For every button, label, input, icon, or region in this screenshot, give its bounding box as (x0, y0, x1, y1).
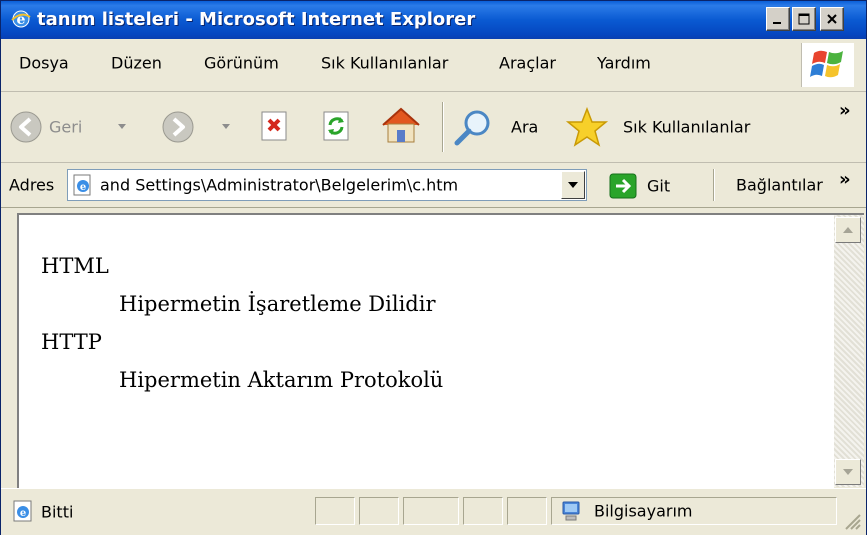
status-pane (359, 497, 399, 525)
favorites-star-icon (565, 107, 609, 147)
windows-flag-icon (810, 50, 843, 78)
chevron-down-icon (568, 182, 578, 188)
forward-dropdown-icon (222, 124, 230, 129)
address-label: Adres (9, 175, 55, 195)
back-arrow-icon (10, 111, 42, 143)
links-overflow-chevron[interactable]: » (839, 169, 851, 190)
title-bar[interactable]: e tanım listeleri - Microsoft Internet E… (1, 1, 866, 39)
my-computer-icon (562, 501, 580, 521)
page-content: HTML Hipermetin İşaretleme Dilidir HTTP … (17, 213, 834, 489)
close-icon (827, 14, 837, 24)
menu-favorites[interactable]: Sık Kullanılanlar (321, 54, 448, 73)
go-button[interactable]: Git (609, 171, 689, 201)
status-pane (507, 497, 547, 525)
definition-description: Hipermetin İşaretleme Dilidir (119, 292, 436, 316)
search-icon (454, 110, 490, 146)
close-button[interactable] (820, 7, 844, 31)
scroll-down-button[interactable] (835, 459, 861, 485)
scroll-down-icon (843, 469, 853, 475)
back-button[interactable]: Geri (9, 106, 149, 148)
address-dropdown-button[interactable] (561, 171, 585, 199)
scroll-up-icon (843, 227, 853, 233)
minimize-button[interactable] (766, 7, 790, 31)
go-label: Git (647, 176, 671, 196)
status-pane (403, 497, 459, 525)
ie-logo-icon: e (11, 10, 31, 28)
back-dropdown-icon (118, 124, 126, 129)
address-input[interactable]: e and Settings\Administrator\Belgelerim\… (67, 169, 587, 201)
menu-edit[interactable]: Düzen (111, 54, 162, 73)
maximize-button[interactable] (792, 7, 816, 31)
toolbar-separator (442, 102, 444, 152)
window-title: tanım listeleri - Microsoft Internet Exp… (37, 9, 476, 30)
toolbar-overflow-chevron[interactable]: » (839, 100, 851, 121)
menu-bar: Dosya Düzen Görünüm Sık Kullanılanlar Ar… (1, 39, 866, 92)
search-button[interactable]: Ara (453, 106, 553, 148)
menu-tools[interactable]: Araçlar (499, 54, 556, 73)
links-label[interactable]: Bağlantılar (736, 176, 823, 195)
vertical-scrollbar[interactable] (834, 213, 864, 487)
menu-help[interactable]: Yardım (597, 54, 651, 73)
resize-grip-icon[interactable] (840, 509, 862, 531)
go-arrow-icon (609, 173, 637, 199)
page-icon: e (73, 174, 91, 196)
zone-label: Bilgisayarım (594, 501, 693, 521)
definition-list: HTML Hipermetin İşaretleme Dilidir HTTP … (41, 247, 443, 399)
forward-button[interactable] (161, 106, 241, 148)
address-bar: Adres e and Settings\Administrator\Belge… (1, 163, 866, 208)
favorites-label: Sık Kullanılanlar (623, 117, 751, 137)
address-separator (713, 169, 715, 201)
browser-window: e tanım listeleri - Microsoft Internet E… (0, 0, 867, 535)
status-pane (315, 497, 355, 525)
standard-toolbar: Geri Ara Sık Kullanılanlar » (1, 92, 866, 163)
forward-arrow-icon (162, 111, 194, 143)
menu-view[interactable]: Görünüm (204, 54, 279, 73)
definition-term: HTML (41, 254, 109, 278)
back-label: Geri (49, 117, 83, 137)
svg-text:e: e (20, 508, 26, 519)
menu-file[interactable]: Dosya (19, 54, 69, 73)
status-bar: e Bitti Bilgisayarım (1, 488, 866, 535)
status-text: Bitti (41, 502, 74, 522)
search-label: Ara (511, 117, 539, 137)
maximize-icon (798, 13, 810, 25)
zone-pane: Bilgisayarım (551, 497, 837, 525)
stop-icon[interactable] (259, 110, 291, 142)
favorites-button[interactable]: Sık Kullanılanlar (565, 106, 785, 148)
svg-text:e: e (80, 182, 86, 193)
definition-description: Hipermetin Aktarım Protokolü (119, 368, 444, 392)
minimize-icon (773, 22, 781, 24)
refresh-icon[interactable] (321, 110, 353, 142)
home-icon[interactable] (379, 105, 423, 145)
definition-term: HTTP (41, 330, 102, 354)
windows-logo (801, 43, 854, 87)
status-pane (463, 497, 503, 525)
scroll-up-button[interactable] (835, 217, 861, 243)
page-done-icon: e (13, 500, 32, 522)
address-url: and Settings\Administrator\Belgelerim\c.… (100, 175, 459, 195)
